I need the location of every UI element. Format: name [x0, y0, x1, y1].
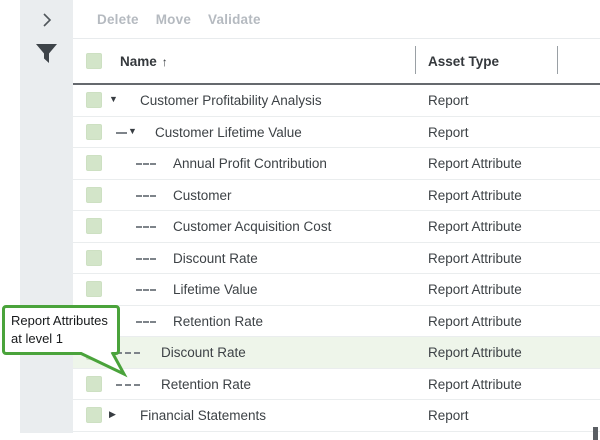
expander-icon[interactable]: ▼ — [109, 95, 118, 104]
validate-button[interactable]: Validate — [208, 12, 261, 27]
row-asset-type: Report Attribute — [428, 219, 522, 234]
row-asset-type: Report Attribute — [428, 282, 522, 297]
row-checkbox[interactable] — [86, 250, 102, 266]
row-name[interactable]: Customer Acquisition Cost — [173, 219, 331, 234]
expander-icon[interactable]: ▶ — [109, 410, 116, 419]
table-row[interactable]: Retention Rate Report Attribute — [73, 369, 600, 401]
row-asset-type: Report — [428, 125, 469, 140]
row-asset-type: Report Attribute — [428, 251, 522, 266]
table-body: ▼ Customer Profitability Analysis Report… — [73, 85, 600, 432]
table-row[interactable]: Customer Acquisition Cost Report Attribu… — [73, 211, 600, 243]
table-header: Name ↑ Asset Type — [73, 40, 600, 85]
table-row[interactable]: Discount Rate Report Attribute — [73, 243, 600, 275]
filter-funnel-icon — [35, 43, 58, 64]
callout-tail — [58, 352, 130, 378]
tree-connector — [116, 384, 140, 386]
table-row[interactable]: Customer Report Attribute — [73, 180, 600, 212]
row-name[interactable]: Customer Profitability Analysis — [140, 93, 322, 108]
delete-button[interactable]: Delete — [97, 12, 139, 27]
table-row[interactable]: Annual Profit Contribution Report Attrib… — [73, 148, 600, 180]
annotation-callout: Report Attributes at level 1 — [2, 305, 120, 355]
tree-connector — [136, 163, 156, 165]
toolbar: Delete Move Validate — [73, 0, 600, 39]
chevron-right-icon — [42, 12, 52, 28]
row-asset-type: Report Attribute — [428, 377, 522, 392]
column-resize-handle[interactable] — [415, 46, 416, 74]
table-row[interactable]: Discount Rate Report Attribute — [73, 337, 600, 369]
table-row[interactable]: Lifetime Value Report Attribute — [73, 274, 600, 306]
tree-connector — [136, 195, 156, 197]
column-header-name[interactable]: Name ↑ — [120, 54, 168, 69]
move-button[interactable]: Move — [156, 12, 191, 27]
table-row[interactable]: ▶ Financial Statements Report — [73, 400, 600, 432]
row-name[interactable]: Retention Rate — [161, 377, 251, 392]
row-asset-type: Report Attribute — [428, 314, 522, 329]
row-asset-type: Report — [428, 93, 469, 108]
row-checkbox[interactable] — [86, 281, 102, 297]
table-row[interactable]: Retention Rate Report Attribute — [73, 306, 600, 338]
row-asset-type: Report — [428, 408, 469, 423]
row-name[interactable]: Lifetime Value — [173, 282, 258, 297]
row-name[interactable]: Discount Rate — [161, 345, 246, 360]
column-resize-handle[interactable] — [557, 46, 558, 74]
tree-connector — [116, 132, 127, 134]
row-asset-type: Report Attribute — [428, 345, 522, 360]
row-checkbox[interactable] — [86, 218, 102, 234]
sort-ascending-icon: ↑ — [162, 55, 168, 69]
row-checkbox[interactable] — [86, 155, 102, 171]
row-checkbox[interactable] — [86, 407, 102, 423]
row-name[interactable]: Customer Lifetime Value — [155, 125, 302, 140]
tree-connector — [136, 226, 156, 228]
row-name[interactable]: Retention Rate — [173, 314, 263, 329]
row-name[interactable]: Discount Rate — [173, 251, 258, 266]
row-name[interactable]: Financial Statements — [140, 408, 266, 423]
name-column-label: Name — [120, 54, 157, 69]
row-asset-type: Report Attribute — [428, 156, 522, 171]
row-name[interactable]: Customer — [173, 188, 232, 203]
row-checkbox[interactable] — [86, 187, 102, 203]
expander-icon[interactable]: ▼ — [128, 127, 137, 136]
row-asset-type: Report Attribute — [428, 188, 522, 203]
row-name[interactable]: Annual Profit Contribution — [173, 156, 327, 171]
table-row[interactable]: ▼ Customer Lifetime Value Report — [73, 117, 600, 149]
tree-connector — [136, 258, 156, 260]
filter-button[interactable] — [20, 41, 73, 65]
tree-connector — [136, 321, 156, 323]
table-row[interactable]: ▼ Customer Profitability Analysis Report — [73, 85, 600, 117]
select-all-checkbox[interactable] — [86, 53, 102, 69]
row-checkbox[interactable] — [86, 92, 102, 108]
expand-panel-button[interactable] — [20, 9, 73, 31]
column-header-asset-type[interactable]: Asset Type — [428, 54, 499, 69]
row-checkbox[interactable] — [86, 124, 102, 140]
scrollbar-fragment[interactable] — [593, 427, 598, 440]
tree-connector — [136, 289, 156, 291]
